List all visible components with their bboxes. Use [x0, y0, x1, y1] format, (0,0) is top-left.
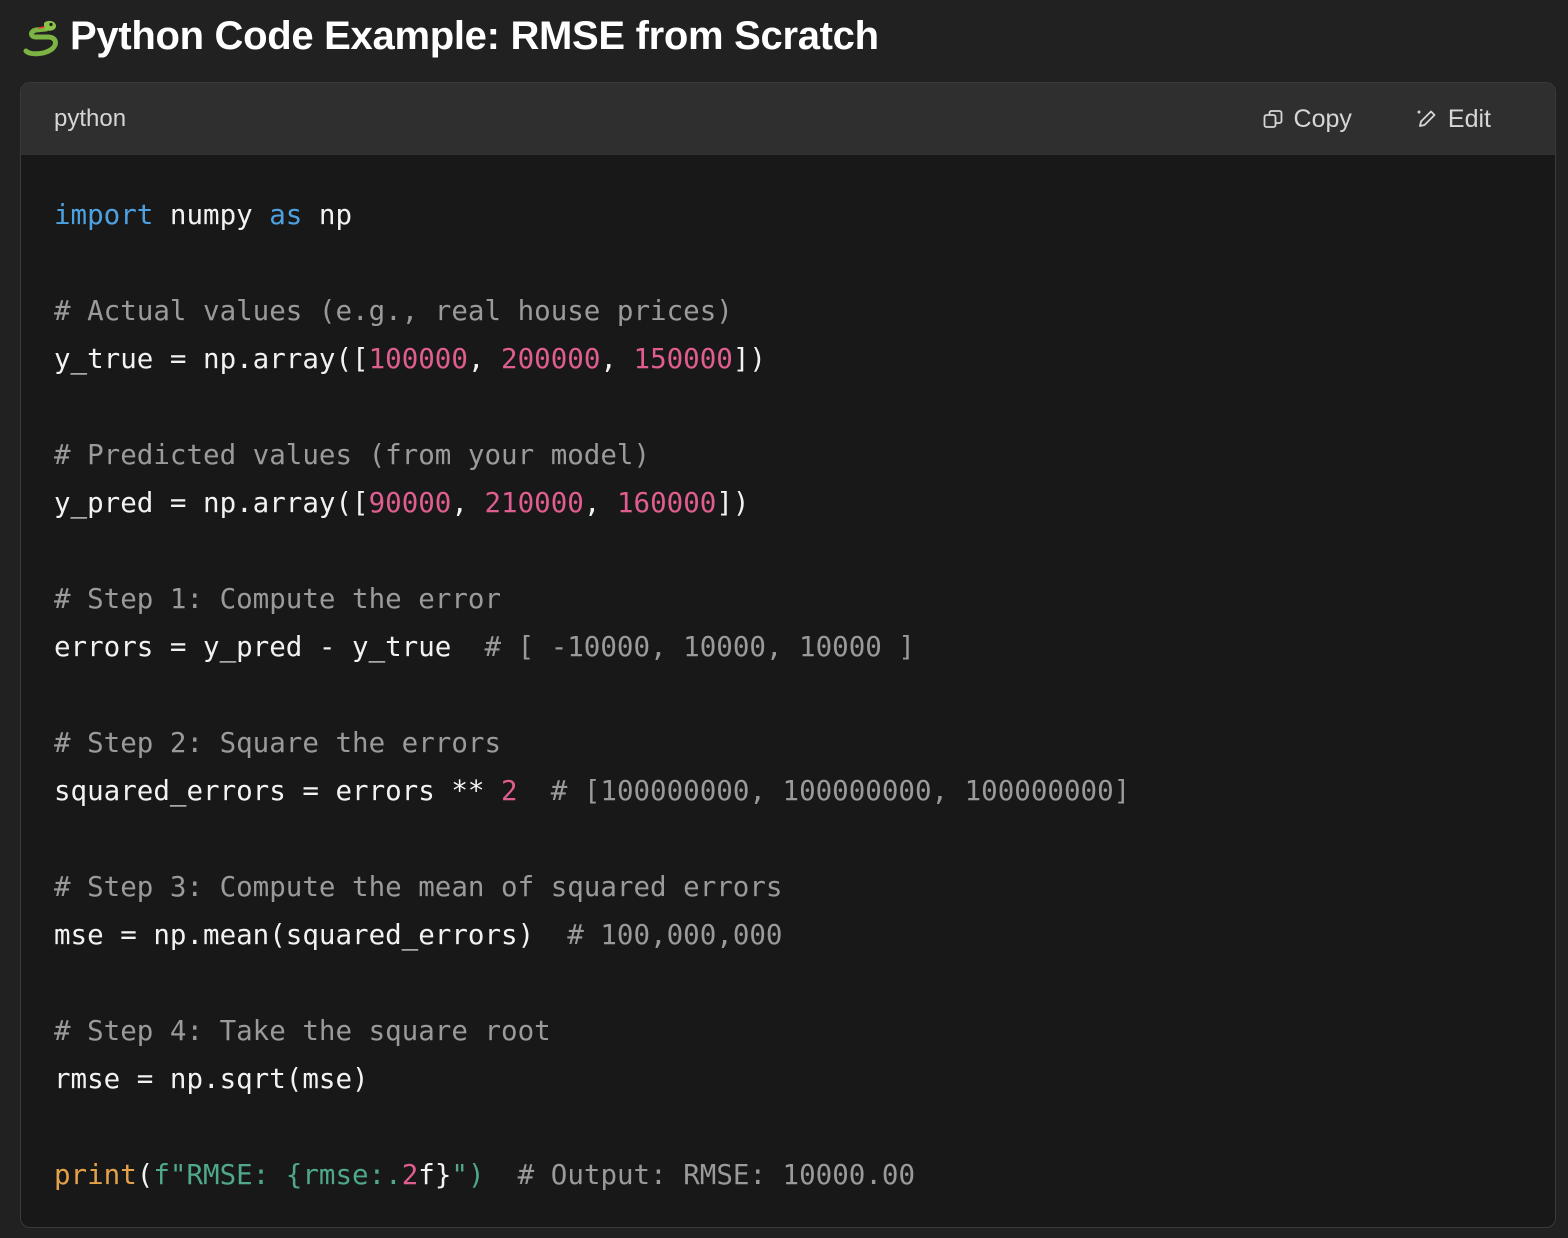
number-token: 90000: [368, 487, 452, 519]
comment-token: # Step 1: Compute the error: [54, 583, 502, 615]
comment-token: # [100000000, 100000000, 100000000]: [550, 775, 1131, 807]
comment-token: # [ -10000, 10000, 10000 ]: [484, 631, 915, 663]
edit-label: Edit: [1447, 104, 1491, 133]
code-line: rmse = np.sqrt(mse): [54, 1055, 1555, 1103]
code-line: # Predicted values (from your model): [54, 431, 1555, 479]
code-token: numpy: [153, 199, 270, 231]
code-token: errors = y_pred - y_true: [54, 631, 485, 663]
code-token: ]): [716, 487, 750, 519]
code-token: squared_errors = errors **: [54, 775, 502, 807]
edit-button[interactable]: Edit: [1416, 105, 1491, 134]
code-token: np: [302, 199, 353, 231]
comment-token: # 100,000,000: [567, 919, 783, 951]
comment-token: # Step 4: Take the square root: [54, 1015, 551, 1047]
copy-label: Copy: [1293, 104, 1352, 133]
code-token: ]): [732, 343, 766, 375]
code-token: y_pred = np.array([: [54, 487, 369, 519]
builtin-token: print: [54, 1159, 137, 1191]
code-block-actions: Copy Edit: [1262, 105, 1491, 134]
code-token: rmse = np.sqrt(mse): [54, 1063, 369, 1095]
code-language-label: python: [54, 105, 127, 132]
code-line: # Step 4: Take the square root: [54, 1007, 1555, 1055]
number-token: 100000: [368, 343, 468, 375]
number-token: 2: [501, 775, 518, 807]
code-token: (: [136, 1159, 154, 1191]
code-line: # Actual values (e.g., real house prices…: [54, 287, 1555, 335]
string-token: "): [451, 1159, 485, 1191]
number-token: 210000: [484, 487, 584, 519]
code-block: python Copy Edit import numpy as np # Ac…: [20, 82, 1556, 1228]
comment-token: # Predicted values (from your model): [54, 439, 651, 471]
code-line: mse = np.mean(squared_errors) # 100,000,…: [54, 911, 1555, 959]
code-token: ,: [600, 343, 634, 375]
code-line: errors = y_pred - y_true # [ -10000, 100…: [54, 623, 1555, 671]
code-line: # Step 2: Square the errors: [54, 719, 1555, 767]
number-token: 200000: [501, 343, 601, 375]
number-token: 2: [401, 1159, 419, 1191]
comment-token: # Output: RMSE: 10000.00: [517, 1159, 916, 1191]
comment-token: # Step 3: Compute the mean of squared er…: [54, 871, 783, 903]
code-token: y_true = np.array([: [54, 343, 369, 375]
code-line: y_true = np.array([100000, 200000, 15000…: [54, 335, 1555, 383]
code-line: y_pred = np.array([90000, 210000, 160000…: [54, 479, 1555, 527]
snake-icon: [23, 20, 58, 57]
number-token: 160000: [616, 487, 717, 519]
code-token: ,: [583, 487, 617, 519]
code-token: ,: [451, 487, 485, 519]
code-content: import numpy as np # Actual values (e.g.…: [54, 191, 1555, 1199]
keyword-token: import: [54, 199, 154, 231]
copy-icon: [1263, 110, 1282, 128]
code-block-header: python Copy Edit: [21, 83, 1555, 155]
string-token: f"RMSE: {rmse:.: [153, 1159, 402, 1191]
comment-token: # Step 2: Square the errors: [54, 727, 502, 759]
code-line: # Step 1: Compute the error: [54, 575, 1555, 623]
code-line: import numpy as np: [54, 191, 1555, 239]
code-line: # Step 3: Compute the mean of squared er…: [54, 863, 1555, 911]
code-token: ,: [467, 343, 502, 375]
copy-button[interactable]: Copy: [1262, 105, 1352, 134]
edit-icon: [1417, 110, 1436, 127]
code-token: f}: [418, 1159, 452, 1191]
code-line: print(f"RMSE: {rmse:.2f}") # Output: RMS…: [54, 1151, 1555, 1199]
code-token: mse = np.mean(squared_errors): [54, 919, 568, 951]
keyword-token: as: [269, 199, 303, 231]
comment-token: # Actual values (e.g., real house prices…: [54, 295, 733, 327]
section-title: Python Code Example: RMSE from Scratch: [70, 13, 879, 58]
section-heading: Python Code Example: RMSE from Scratch: [20, 10, 879, 62]
number-token: 150000: [633, 343, 733, 375]
code-line: squared_errors = errors ** 2 # [10000000…: [54, 767, 1555, 815]
